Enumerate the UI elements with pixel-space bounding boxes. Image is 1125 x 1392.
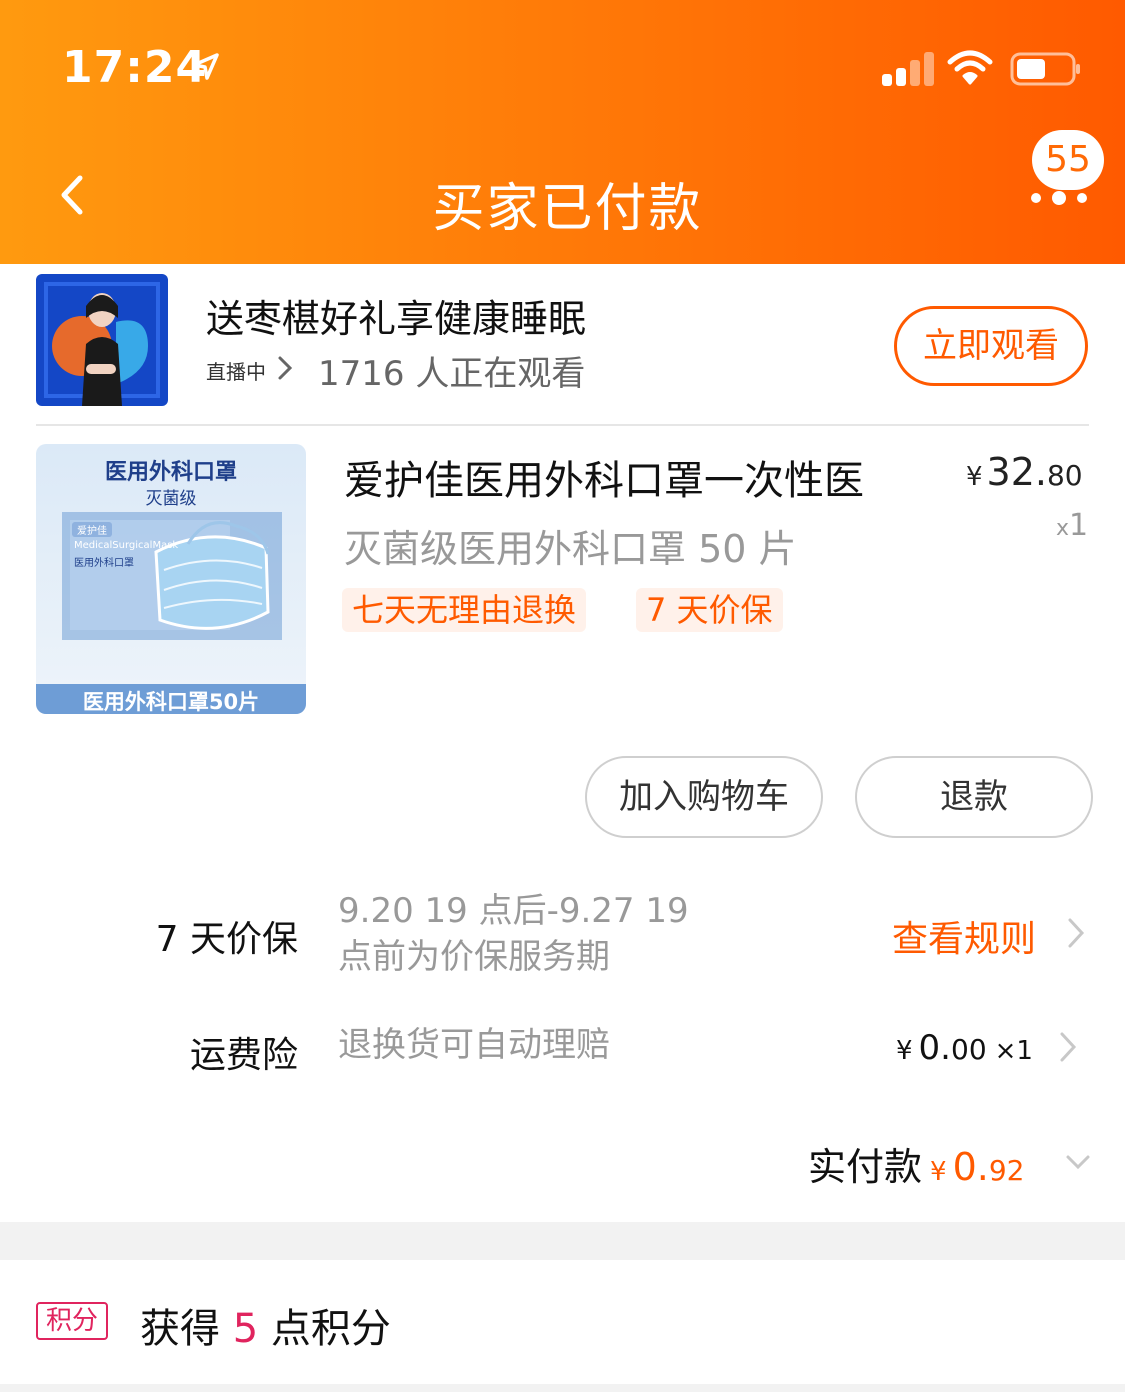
order-card: 送枣椹好礼享健康睡眠 直播中 1716 人正在观看 立即观看 医用外科口罩 灭菌…: [0, 264, 1125, 1222]
total-integer: 0.: [952, 1145, 989, 1189]
message-count-badge[interactable]: 55: [1032, 130, 1104, 190]
fee-integer: 0.: [918, 1028, 951, 1068]
view-rules-link[interactable]: 查看规则: [892, 910, 1036, 962]
total-paid: 实付款 ¥0.92: [808, 1136, 1024, 1191]
product-image-brand: 爱护佳: [72, 522, 112, 537]
product-image-footer: 医用外科口罩50片: [82, 690, 260, 714]
chevron-down-icon[interactable]: [1064, 1152, 1092, 1172]
points-value: 5: [232, 1306, 259, 1352]
product-title[interactable]: 爱护佳医用外科口罩一次性医: [344, 448, 864, 506]
more-dots-icon[interactable]: [1028, 190, 1090, 206]
product-price: ¥32.80: [966, 450, 1083, 494]
chevron-right-icon: [278, 356, 293, 380]
product-image-en-text: MedicalSurgicalMask: [74, 540, 179, 551]
divider: [36, 424, 1089, 426]
tag-price-protection: 7 天价保: [636, 588, 783, 632]
points-card: 积分 获得 5 点积分: [0, 1260, 1125, 1384]
status-time: 17:24: [62, 42, 208, 93]
price-protect-label: 7 天价保: [155, 919, 298, 960]
watch-now-button[interactable]: 立即观看: [894, 306, 1088, 386]
chevron-right-icon[interactable]: [1058, 1030, 1078, 1064]
price-protect-desc-line2: 点前为价保服务期: [338, 937, 610, 977]
points-suffix: 点积分: [258, 1306, 391, 1352]
page-title: 买家已付款: [432, 179, 703, 239]
total-decimal: 92: [988, 1154, 1025, 1187]
fee-currency: ¥: [896, 1036, 913, 1066]
shipping-insurance-fee: ¥0.00 ×1: [896, 1028, 1033, 1068]
live-stream-thumbnail[interactable]: [36, 274, 168, 406]
shipping-insurance-label: 运费险: [189, 1035, 298, 1076]
fee-quantity: ×1: [994, 1036, 1033, 1066]
location-arrow-icon: [192, 53, 219, 80]
points-prefix: 获得: [140, 1306, 233, 1352]
tag-seven-day-return: 七天无理由退换: [342, 588, 587, 632]
product-image-subtitle: 灭菌级: [145, 489, 197, 509]
price-decimal: 80: [1046, 459, 1083, 492]
chevron-right-icon[interactable]: [1066, 916, 1086, 950]
quantity-value: 1: [1069, 508, 1089, 543]
points-badge: 积分: [36, 1302, 108, 1340]
product-quantity: x1: [1056, 508, 1088, 543]
quantity-prefix: x: [1056, 516, 1070, 541]
cellular-signal-icon: [882, 52, 934, 86]
live-status-label: 直播中: [206, 360, 266, 384]
live-viewer-count: 1716 人正在观看: [318, 354, 586, 394]
header: 17:24 买家已付款 55: [0, 0, 1125, 264]
price-protect-desc: 9.20 19 点后-9.27 19 点前为价保服务期: [338, 888, 689, 980]
refund-button[interactable]: 退款: [855, 756, 1093, 838]
price-protect-desc-line1: 9.20 19 点后-9.27 19: [338, 891, 689, 931]
price-integer: 32.: [986, 450, 1047, 494]
wifi-icon: [947, 50, 993, 85]
points-earned-text: 获得 5 点积分: [140, 1296, 391, 1354]
product-image[interactable]: 医用外科口罩 灭菌级 爱护佳 MedicalSurgicalMask 医用外科口…: [36, 444, 306, 714]
price-currency: ¥: [966, 462, 983, 492]
product-sku: 灭菌级医用外科口罩 50 片: [344, 527, 797, 571]
live-stream-title[interactable]: 送枣椹好礼享健康睡眠: [206, 288, 586, 343]
battery-icon: [1010, 52, 1080, 86]
product-image-title: 医用外科口罩: [104, 460, 237, 485]
total-currency: ¥: [930, 1157, 947, 1187]
add-to-cart-button[interactable]: 加入购物车: [585, 756, 823, 838]
product-image-small-text: 医用外科口罩: [74, 558, 134, 569]
shipping-insurance-desc: 退换货可自动理赔: [338, 1025, 610, 1065]
total-label: 实付款: [808, 1145, 923, 1189]
fee-decimal: 00: [951, 1033, 987, 1066]
